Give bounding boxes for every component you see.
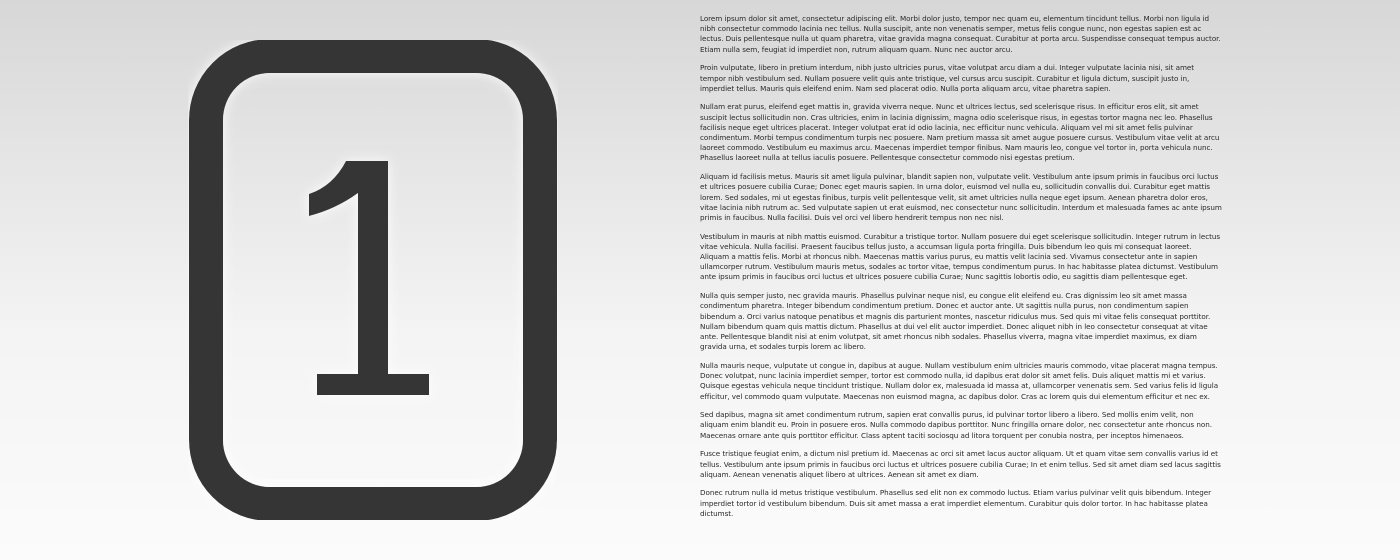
body-paragraph: Nulla quis semper justo, nec gravida mau… (700, 291, 1211, 352)
body-paragraph: Vestibulum in mauris at nibh mattis euis… (700, 231, 1221, 282)
body-paragraph: Aliquam id facilisis metus. Mauris sit a… (700, 172, 1222, 222)
body-paragraph: Proin vulputate, libero in pretium inter… (700, 63, 1195, 93)
body-paragraph: Nulla mauris neque, vulputate ut congue … (700, 360, 1219, 401)
body-text-column: Lorem ipsum dolor sit amet, consectetur … (700, 14, 1222, 528)
body-paragraph: Donec rutrum nulla id metus tristique ve… (700, 488, 1212, 518)
body-paragraph: Sed dapibus, magna sit amet condimentum … (700, 410, 1212, 440)
body-paragraph: Nullam erat purus, eleifend eget mattis … (700, 102, 1220, 163)
numbered-badge (188, 40, 558, 520)
body-paragraph: Fusce tristique feugiat enim, a dictum n… (700, 449, 1221, 479)
numeral-one-glyph (309, 161, 429, 395)
body-paragraph: Lorem ipsum dolor sit amet, consectetur … (700, 14, 1221, 54)
